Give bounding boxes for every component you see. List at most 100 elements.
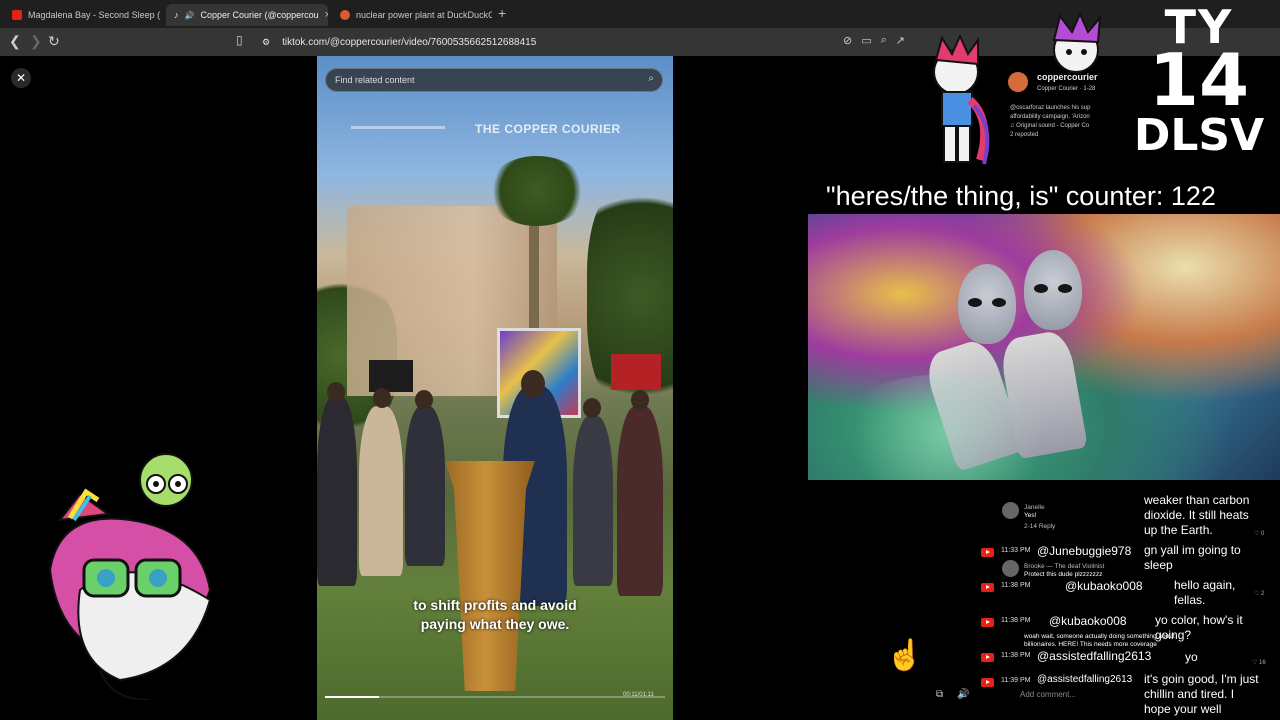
chat-time: 11:39 PM	[1001, 677, 1031, 684]
video-caption: to shift profits and avoid paying what t…	[317, 596, 673, 634]
chat-message: hello again, fellas.	[1174, 578, 1235, 608]
mascot-character-top	[933, 33, 990, 165]
like-count[interactable]: ♡ 16	[1252, 659, 1266, 666]
url-text: tiktok.com/@coppercourier/video/76005356…	[282, 36, 537, 48]
video-progress-bar[interactable]	[325, 696, 665, 698]
sound-line[interactable]: ♫ Original sound - Copper Co	[1010, 122, 1114, 131]
tab-duckduckgo[interactable]: nuclear power plant at DuckDuckGo	[332, 4, 492, 26]
video-player[interactable]: THE COPPER COURIER Find related content …	[317, 56, 673, 720]
back-icon[interactable]: ❮	[9, 33, 21, 50]
site-settings-icon[interactable]: ⚙	[262, 37, 270, 48]
like-number: 0	[1261, 531, 1265, 537]
chat-text: hello again,	[1174, 578, 1236, 592]
volume-icon[interactable]: 🔊	[957, 689, 969, 700]
close-video-button[interactable]: ✕	[11, 68, 31, 88]
comment-meta[interactable]: 2-14 Reply	[1024, 523, 1055, 531]
like-count[interactable]: ♡ 2	[1254, 590, 1264, 597]
share-icon[interactable]: ↗	[896, 34, 905, 47]
chat-username: @Junebuggie978	[1037, 544, 1132, 558]
chat-message: yo color, how's it going?	[1155, 613, 1243, 643]
chat-text: dioxide. It still heats	[1144, 508, 1249, 522]
palm-fronds	[487, 156, 587, 226]
alien-video-overlay	[808, 214, 1280, 480]
comment-text: billionaires. HERE! This needs more cove…	[1024, 641, 1157, 648]
search-icon[interactable]: ⌕	[648, 73, 654, 84]
youtube-icon	[981, 678, 994, 687]
desc-line: affordability campaign, 'Arizon	[1010, 114, 1090, 120]
duckduckgo-favicon-icon	[340, 10, 350, 20]
tab-label: nuclear power plant at DuckDuckGo	[356, 10, 492, 20]
reload-icon[interactable]: ↻	[48, 33, 60, 50]
zoom-icon[interactable]: ⌕	[881, 34, 887, 47]
player-controls: ⧉ 🔊	[936, 689, 970, 700]
bookmark-icon[interactable]: ▯	[236, 33, 243, 47]
youtube-favicon-icon	[12, 10, 22, 20]
chat-username: @assistedfalling2613	[1037, 649, 1152, 663]
chat-text: it's goin good, I'm just	[1144, 672, 1259, 686]
chat-username: @kubaoko008	[1065, 579, 1143, 593]
like-number: 2	[1261, 591, 1265, 597]
channel-logo: TY 14 DLSV	[1118, 4, 1280, 162]
chat-time: 11:38 PM	[1001, 582, 1031, 589]
like-count[interactable]: ♡ 0	[1254, 530, 1264, 537]
chat-message: gn yall im going to sleep	[1144, 543, 1241, 573]
video-timecode: 00:11/01:11	[623, 692, 654, 698]
search-placeholder: Find related content	[335, 75, 415, 85]
tab-magdalena-bay[interactable]: Magdalena Bay - Second Sleep (	[4, 4, 164, 26]
chat-message: it's goin good, I'm just chillin and tir…	[1144, 672, 1259, 717]
chat-text: fellas.	[1174, 593, 1206, 607]
address-bar[interactable]: ⚙ tiktok.com/@coppercourier/video/760053…	[254, 31, 934, 53]
desc-line: @oscarforaz launches his sup	[1010, 105, 1091, 111]
tab-label: Magdalena Bay - Second Sleep (	[28, 10, 161, 20]
new-tab-button[interactable]: +	[498, 5, 506, 21]
hand-cursor-icon: ☝	[886, 639, 924, 672]
alien-head-right	[1024, 250, 1082, 330]
comment-text: Yes!	[1024, 512, 1037, 519]
creator-subtitle: Copper Courier · 1-28	[1037, 86, 1096, 92]
creator-avatar[interactable]	[1008, 72, 1028, 92]
youtube-icon	[981, 618, 994, 627]
mute-icon[interactable]: ⊘	[843, 34, 852, 47]
watermark-small	[351, 126, 445, 129]
chat-time: 11:33 PM	[1001, 547, 1031, 554]
chat-message-top: weaker than carbon dioxide. It still hea…	[1144, 493, 1249, 538]
add-comment-input[interactable]: Add comment...	[1020, 690, 1076, 699]
chat-text: weaker than carbon	[1144, 493, 1250, 507]
related-search-input[interactable]: Find related content ⌕	[325, 68, 663, 92]
chat-text: sleep	[1144, 558, 1173, 572]
commenter-avatar[interactable]	[1002, 502, 1019, 519]
logo-line-3: DLSV	[1133, 110, 1265, 161]
comment-janelle: Janelle Yes! 2-14 Reply	[1024, 504, 1055, 531]
mascot-character-top-right	[1052, 11, 1102, 73]
toolbar-icons: ⊘ ▭ ⌕ ↗	[843, 34, 905, 47]
chat-message: yo	[1185, 650, 1198, 664]
like-number: 16	[1259, 660, 1266, 666]
brand-watermark: THE COPPER COURIER	[475, 122, 621, 136]
repost-line: 2 reposted	[1010, 132, 1039, 138]
chat-text: gn yall im going to	[1144, 543, 1241, 557]
caption-line-2: paying what they owe.	[420, 616, 570, 632]
forward-icon[interactable]: ❯	[30, 33, 42, 50]
chat-time: 11:38 PM	[1001, 617, 1031, 624]
tab-copper-courier[interactable]: ♪ 🔊 Copper Courier (@coppercou ×	[166, 4, 328, 26]
logo-line-2: 14	[1148, 38, 1250, 122]
mascot-character-bottom-left	[48, 453, 212, 700]
cast-icon[interactable]: ▭	[861, 34, 871, 47]
caption-line-1: to shift profits and avoid	[413, 597, 577, 613]
chat-text: hope your well	[1144, 702, 1222, 716]
youtube-icon	[981, 583, 994, 592]
chat-text: yo color, how's it	[1155, 613, 1243, 627]
comment-user[interactable]: Janelle	[1024, 504, 1055, 512]
speaker-icon: 🔊	[184, 10, 195, 20]
chat-row: 11:38 PM @assistedfalling2613	[975, 649, 1280, 671]
youtube-icon	[981, 653, 994, 662]
tab-close-icon[interactable]: ×	[325, 9, 328, 21]
heres-the-thing-counter: "heres/the thing, is" counter: 122	[826, 181, 1216, 211]
tab-label: Copper Courier (@coppercou	[200, 10, 319, 20]
tiktok-favicon-icon: ♪	[174, 10, 179, 20]
chat-text: going?	[1155, 628, 1192, 642]
alien-head-left	[958, 264, 1016, 344]
chat-username: @assistedfalling2613	[1037, 674, 1133, 685]
chat-text: up the Earth.	[1144, 523, 1213, 537]
picture-in-picture-icon[interactable]: ⧉	[936, 689, 943, 700]
